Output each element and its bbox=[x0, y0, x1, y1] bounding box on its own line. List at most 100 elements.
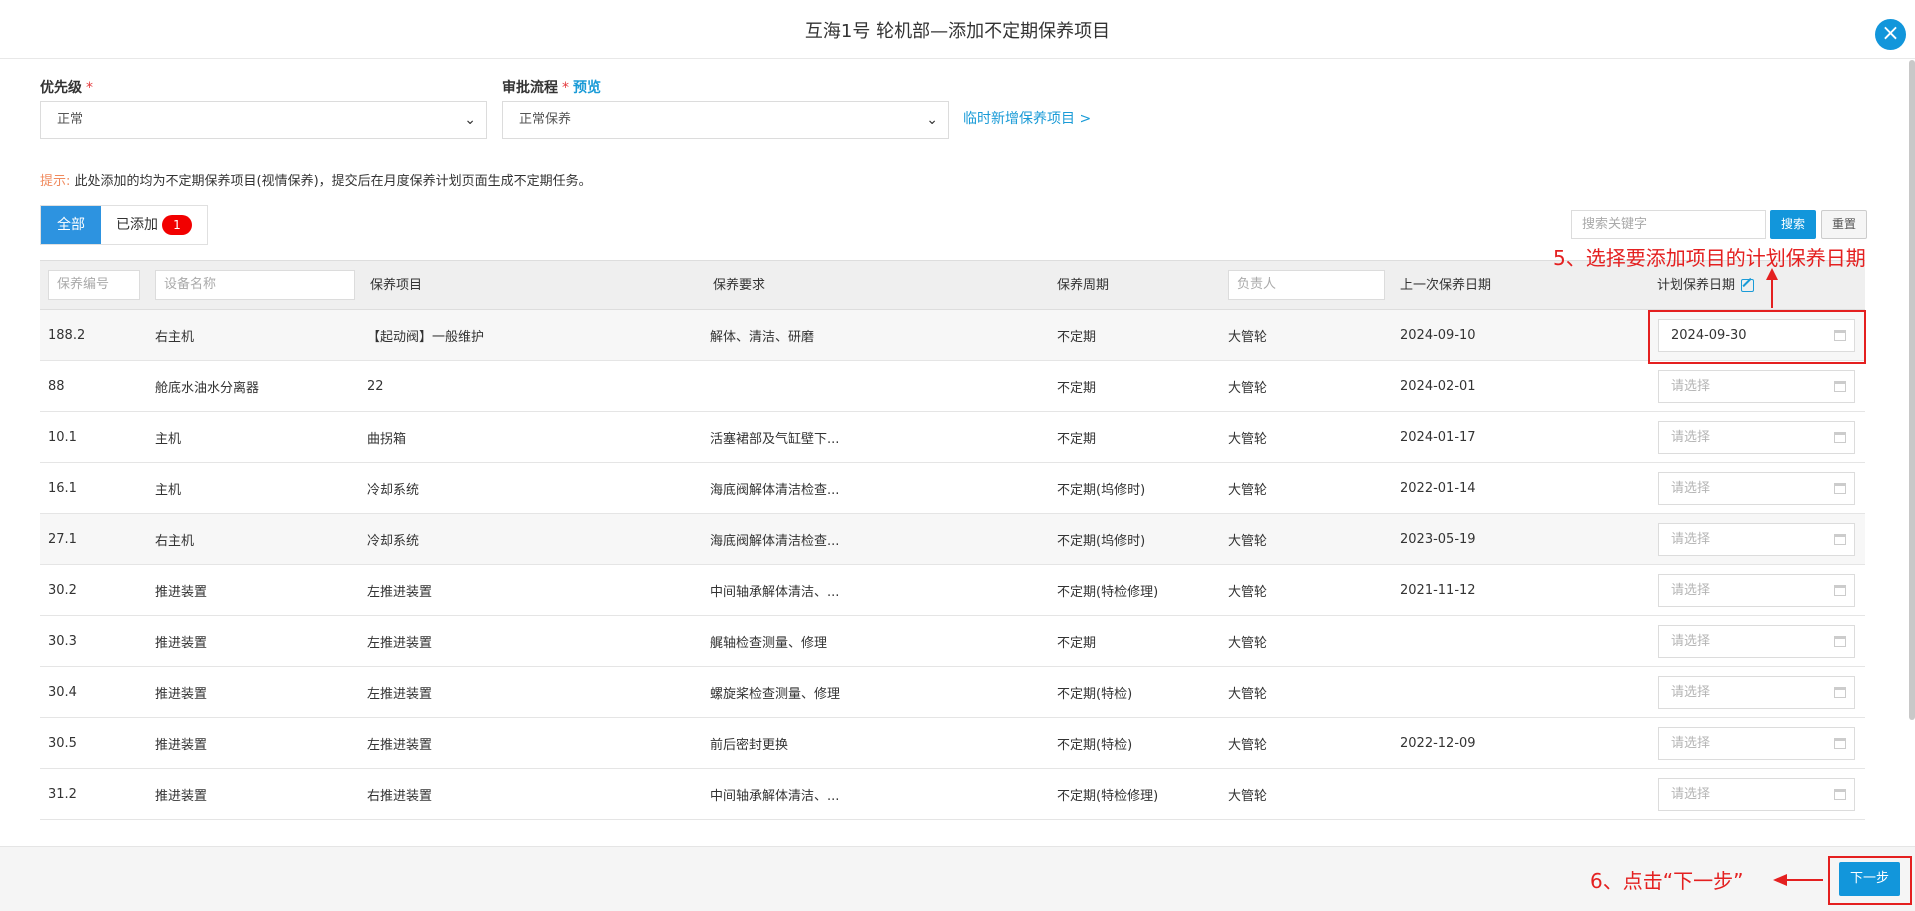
cell-cycle: 不定期(坞修时) bbox=[1057, 533, 1146, 549]
cell-last-date: 2024-01-17 bbox=[1400, 429, 1476, 445]
calendar-icon bbox=[1834, 585, 1846, 596]
cell-device: 推进装置 bbox=[155, 788, 208, 804]
flow-label: 审批流程 * 预览 bbox=[502, 77, 601, 97]
cell-code: 30.3 bbox=[48, 633, 77, 649]
table-row: 88 舱底水油水分离器 22 不定期 大管轮 2024-02-01 请选择 bbox=[40, 361, 1865, 412]
modal-title: 互海1号 轮机部—添加不定期保养项目 bbox=[804, 21, 1111, 42]
cell-device: 舱底水油水分离器 bbox=[155, 380, 260, 396]
plan-date-value: 请选择 bbox=[1671, 379, 1711, 394]
table-row: 30.3 推进装置 左推进装置 艉轴检查测量、修理 不定期 大管轮 请选择 bbox=[40, 616, 1865, 667]
edit-icon[interactable] bbox=[1741, 279, 1755, 292]
cell-last-date: 2024-02-01 bbox=[1400, 378, 1476, 394]
plan-date-picker[interactable]: 请选择 bbox=[1658, 625, 1855, 658]
cell-requirement: 中间轴承解体清洁、... bbox=[710, 584, 840, 600]
plan-date-value: 请选择 bbox=[1671, 787, 1711, 802]
device-filter-input[interactable]: 设备名称 bbox=[155, 270, 355, 300]
code-filter-input[interactable]: 保养编号 bbox=[48, 270, 140, 300]
table-row: 30.2 推进装置 左推进装置 中间轴承解体清洁、... 不定期(特检修理) 大管轮 202… bbox=[40, 565, 1865, 616]
cell-item: 左推进装置 bbox=[367, 635, 433, 651]
cell-last-date: 2024-09-10 bbox=[1400, 327, 1476, 343]
chevron-down-icon: ⌄ bbox=[464, 112, 476, 128]
table-row: 16.1 主机 冷却系统 海底阀解体清洁检查... 不定期(坞修时) 大管轮 2022-01… bbox=[40, 463, 1865, 514]
cell-owner: 大管轮 bbox=[1228, 737, 1268, 753]
close-icon[interactable]: × bbox=[1875, 19, 1906, 50]
calendar-icon bbox=[1834, 738, 1846, 749]
table-row: 30.4 推进装置 左推进装置 螺旋桨检查测量、修理 不定期(特检) 大管轮 请选择 bbox=[40, 667, 1865, 718]
cell-last-date: 2021-11-12 bbox=[1400, 582, 1476, 598]
cell-cycle: 不定期(特检修理) bbox=[1057, 584, 1159, 600]
priority-select-value: 正常 bbox=[57, 112, 84, 127]
cell-device: 推进装置 bbox=[155, 737, 208, 753]
tab-added[interactable]: 已添加 1 bbox=[101, 206, 207, 244]
cell-requirement: 螺旋桨检查测量、修理 bbox=[710, 686, 841, 702]
scrollbar[interactable] bbox=[1909, 60, 1915, 720]
plan-date-picker[interactable]: 请选择 bbox=[1658, 421, 1855, 454]
chevron-down-icon: ⌄ bbox=[926, 112, 938, 128]
modal-header: 互海1号 轮机部—添加不定期保养项目 bbox=[0, 0, 1915, 59]
tabs: 全部 已添加 1 bbox=[40, 205, 208, 245]
table-row: 27.1 右主机 冷却系统 海底阀解体清洁检查... 不定期(坞修时) 大管轮 2023-0… bbox=[40, 514, 1865, 565]
tab-all[interactable]: 全部 bbox=[41, 206, 101, 244]
cell-owner: 大管轮 bbox=[1228, 380, 1268, 396]
plan-date-picker[interactable]: 2024-09-30 bbox=[1658, 319, 1855, 352]
cell-cycle: 不定期(坞修时) bbox=[1057, 482, 1146, 498]
plan-date-picker[interactable]: 请选择 bbox=[1658, 676, 1855, 709]
owner-filter-input[interactable]: 负责人 bbox=[1228, 270, 1385, 300]
flow-select[interactable]: 正常保养 ⌄ bbox=[502, 101, 949, 139]
priority-select[interactable]: 正常 ⌄ bbox=[40, 101, 487, 139]
cell-requirement: 前后密封更换 bbox=[710, 737, 789, 753]
cell-item: 左推进装置 bbox=[367, 584, 433, 600]
cell-device: 推进装置 bbox=[155, 686, 208, 702]
cell-owner: 大管轮 bbox=[1228, 686, 1268, 702]
cell-requirement: 艉轴检查测量、修理 bbox=[710, 635, 828, 651]
cell-requirement: 海底阀解体清洁检查... bbox=[710, 482, 840, 498]
cell-device: 右主机 bbox=[155, 533, 195, 549]
plan-date-picker[interactable]: 请选择 bbox=[1658, 727, 1855, 760]
cell-code: 31.2 bbox=[48, 786, 77, 802]
plan-date-value: 请选择 bbox=[1671, 430, 1711, 445]
plan-date-picker[interactable]: 请选择 bbox=[1658, 574, 1855, 607]
maintenance-table: 保养编号 设备名称 保养项目 保养要求 保养周期 负责人 上一次保养日期 计划保… bbox=[40, 260, 1865, 820]
calendar-icon bbox=[1834, 789, 1846, 800]
cell-owner: 大管轮 bbox=[1228, 584, 1268, 600]
plan-date-picker[interactable]: 请选择 bbox=[1658, 472, 1855, 505]
cell-cycle: 不定期 bbox=[1057, 380, 1097, 396]
tip-text: 提示: 此处添加的均为不定期保养项目(视情保养)，提交后在月度保养计划页面生成不… bbox=[40, 170, 592, 189]
cell-last-date: 2022-12-09 bbox=[1400, 735, 1476, 751]
cell-cycle: 不定期(特检) bbox=[1057, 686, 1133, 702]
cell-code: 30.5 bbox=[48, 735, 77, 751]
cell-item: 右推进装置 bbox=[367, 788, 433, 804]
search-input[interactable]: 搜索关键字 bbox=[1571, 210, 1766, 239]
plan-date-picker[interactable]: 请选择 bbox=[1658, 370, 1855, 403]
count-badge: 1 bbox=[162, 215, 192, 235]
required-mark: * bbox=[86, 80, 93, 96]
temp-add-item-link[interactable]: 临时新增保养项目 > bbox=[963, 108, 1091, 128]
plan-date-value: 请选择 bbox=[1671, 583, 1711, 598]
priority-label: 优先级 * bbox=[40, 77, 93, 97]
cell-owner: 大管轮 bbox=[1228, 635, 1268, 651]
search-button[interactable]: 搜索 bbox=[1770, 210, 1816, 239]
plan-date-picker[interactable]: 请选择 bbox=[1658, 523, 1855, 556]
flow-select-value: 正常保养 bbox=[519, 112, 572, 127]
cell-item: 左推进装置 bbox=[367, 737, 433, 753]
next-step-button[interactable]: 下一步 bbox=[1839, 862, 1900, 896]
cell-owner: 大管轮 bbox=[1228, 431, 1268, 447]
reset-button[interactable]: 重置 bbox=[1821, 210, 1867, 239]
annotation-step6: 6、点击“下一步” bbox=[1590, 869, 1744, 893]
plan-date-value: 请选择 bbox=[1671, 634, 1711, 649]
table-body: 188.2 右主机 【起动阀】一般维护 解体、清洁、研磨 不定期 大管轮 2024-09-1… bbox=[40, 310, 1865, 820]
cell-item: 22 bbox=[367, 378, 384, 394]
plan-date-picker[interactable]: 请选择 bbox=[1658, 778, 1855, 811]
flow-preview-link[interactable]: 预览 bbox=[573, 80, 601, 96]
cell-device: 主机 bbox=[155, 431, 182, 447]
cell-requirement: 海底阀解体清洁检查... bbox=[710, 533, 840, 549]
cell-requirement: 解体、清洁、研磨 bbox=[710, 329, 815, 345]
cell-owner: 大管轮 bbox=[1228, 329, 1268, 345]
calendar-icon bbox=[1834, 687, 1846, 698]
cell-device: 右主机 bbox=[155, 329, 195, 345]
flow-label-text: 审批流程 bbox=[502, 80, 558, 96]
cell-device: 主机 bbox=[155, 482, 182, 498]
cell-code: 30.2 bbox=[48, 582, 77, 598]
calendar-icon bbox=[1834, 534, 1846, 545]
plan-date-value: 请选择 bbox=[1671, 532, 1711, 547]
